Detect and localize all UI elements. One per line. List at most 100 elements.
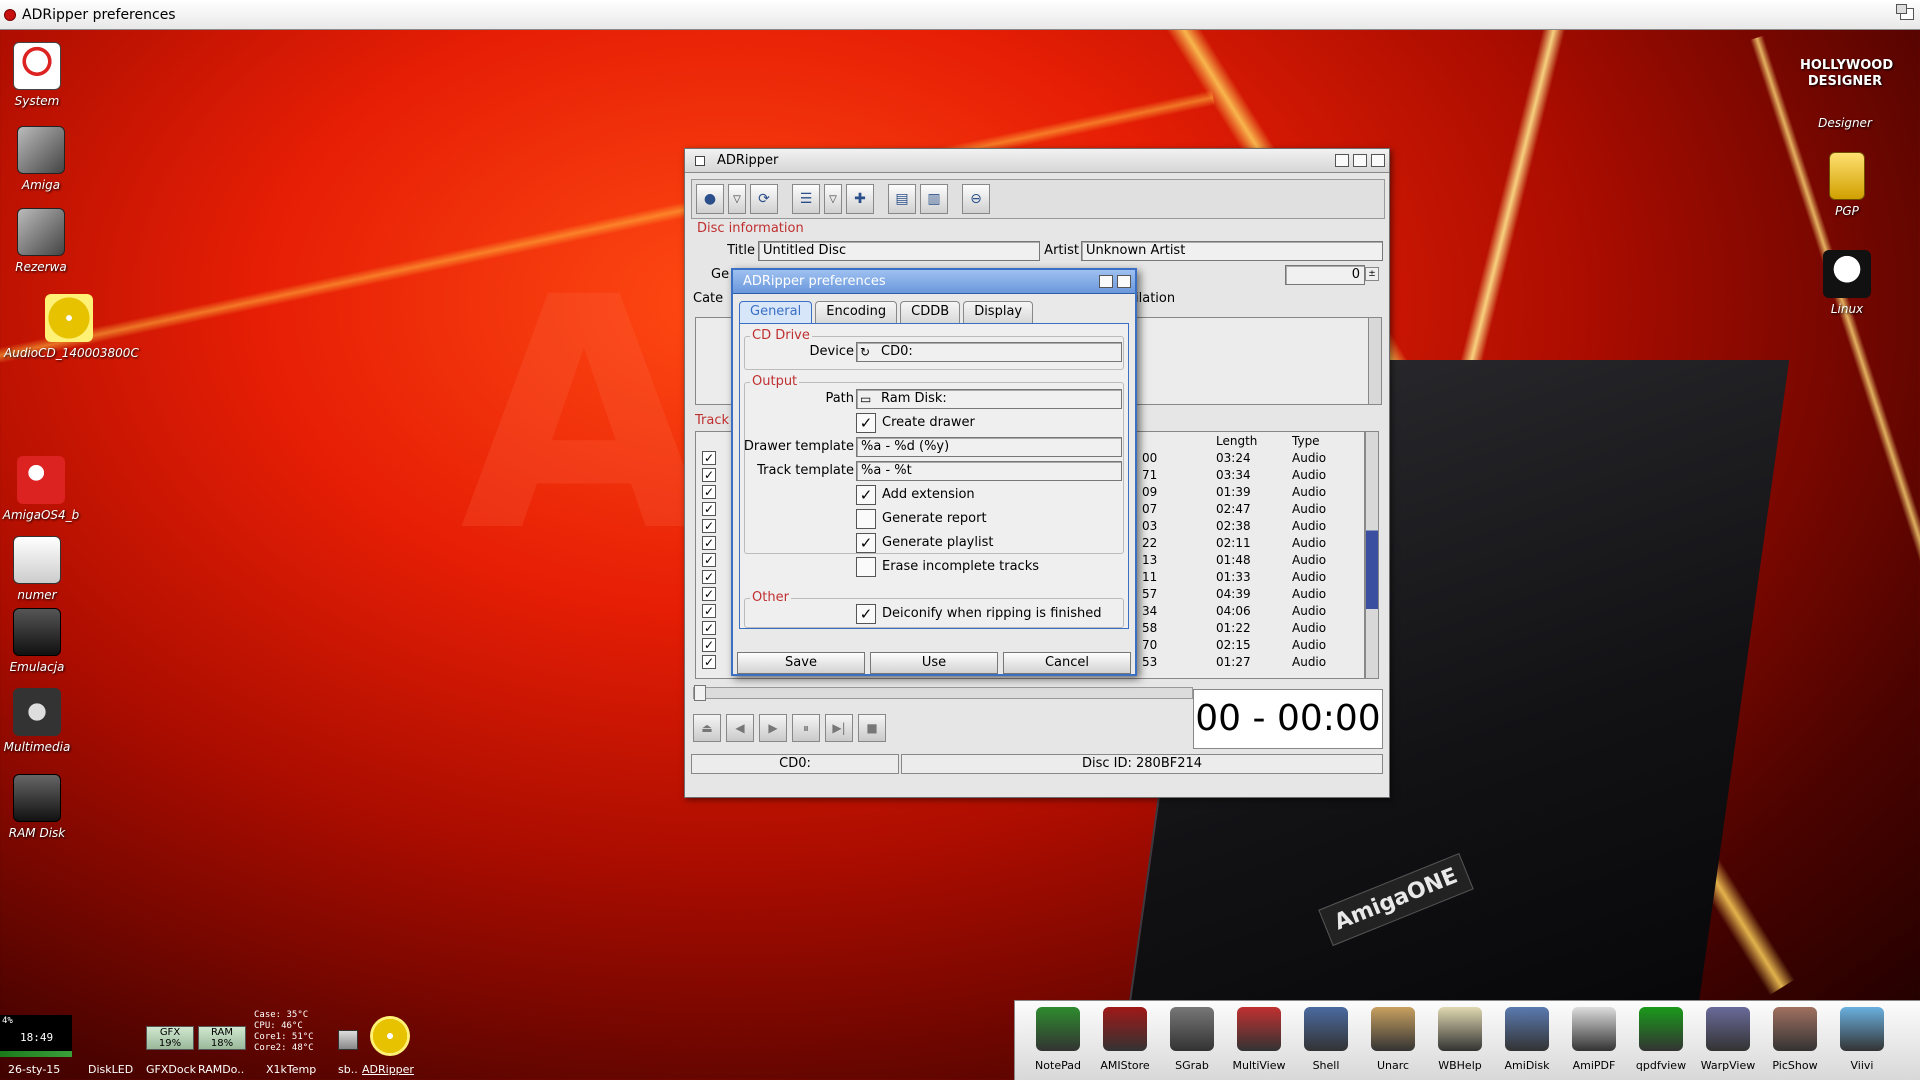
track-checkbox[interactable]: ✓ <box>702 621 716 635</box>
desktop-icon-ram-disk[interactable]: RAM Disk <box>0 774 92 840</box>
iconify-gadget[interactable] <box>1335 154 1349 167</box>
dock-item-sgrab[interactable]: SGrab <box>1159 1007 1225 1072</box>
year-stepper[interactable]: ± <box>1365 267 1379 281</box>
previous-icon[interactable]: ◀ <box>726 714 754 742</box>
track-scrollbar[interactable] <box>1365 431 1379 679</box>
dock-item-qpdfview[interactable]: qpdfview <box>1628 1007 1694 1072</box>
adripper-label[interactable]: ADRipper <box>362 1063 414 1076</box>
save-button[interactable]: Save <box>737 652 865 674</box>
track-checkbox[interactable]: ✓ <box>702 502 716 516</box>
x1ktemp-label[interactable]: X1kTemp <box>266 1063 316 1076</box>
desktop-icon-amigaos4[interactable]: AmigaOS4_b <box>0 456 96 522</box>
refresh-icon[interactable]: ⟳ <box>750 184 778 214</box>
track-length: 04:06 <box>1216 604 1251 618</box>
dock-item-shell[interactable]: Shell <box>1293 1007 1359 1072</box>
artist-field[interactable]: Unknown Artist <box>1081 241 1383 261</box>
track-checkbox[interactable]: ✓ <box>702 638 716 652</box>
select-none-icon[interactable]: ▥ <box>920 184 948 214</box>
track-checkbox[interactable]: ✓ <box>702 536 716 550</box>
select-all-icon[interactable]: ▤ <box>888 184 916 214</box>
dock-item-warpview[interactable]: WarpView <box>1695 1007 1761 1072</box>
dock-item-amidisk[interactable]: AmiDisk <box>1494 1007 1560 1072</box>
desktop-icon-emulacja[interactable]: Emulacja <box>0 608 92 674</box>
next-icon[interactable]: ▶| <box>825 714 853 742</box>
eject-icon[interactable]: ⏏ <box>693 714 721 742</box>
adripper-cd-icon[interactable] <box>370 1016 410 1056</box>
year-field[interactable]: 0 <box>1285 265 1365 285</box>
zoom-gadget[interactable] <box>1099 275 1113 288</box>
dock-item-wbhelp[interactable]: WBHelp <box>1427 1007 1493 1072</box>
desktop-icon-rezerwa[interactable]: Rezerwa <box>0 208 96 274</box>
slider-knob[interactable] <box>694 685 706 701</box>
gfxdock-label[interactable]: GFXDock <box>146 1063 196 1076</box>
sb-icon[interactable] <box>338 1030 358 1050</box>
position-slider[interactable] <box>693 685 1193 701</box>
diskled-label[interactable]: DiskLED <box>88 1063 133 1076</box>
chevron-down-icon[interactable]: ▽ <box>824 184 842 214</box>
desktop-icon-multimedia[interactable]: Multimedia <box>0 688 92 754</box>
desktop-icon-pgp[interactable]: PGP <box>1792 152 1902 218</box>
cancel-button[interactable]: Cancel <box>1003 652 1131 674</box>
comment-scrollbar[interactable] <box>1368 317 1382 405</box>
chevron-down-icon[interactable]: ▽ <box>728 184 746 214</box>
tab-display[interactable]: Display <box>963 301 1034 323</box>
sb-label[interactable]: sb.. <box>338 1063 358 1076</box>
stop-icon[interactable]: ■ <box>858 714 886 742</box>
tab-encoding[interactable]: Encoding <box>815 301 898 323</box>
track-template-field[interactable]: %a - %t <box>856 461 1122 481</box>
dock-item-unarc[interactable]: Unarc <box>1360 1007 1426 1072</box>
desktop-icon-numer[interactable]: numer <box>0 536 92 602</box>
generate-playlist-checkbox[interactable]: ✓ <box>856 533 876 553</box>
dock-item-viivi[interactable]: Viivi <box>1829 1007 1895 1072</box>
dock-item-amistore[interactable]: AMIStore <box>1092 1007 1158 1072</box>
deiconify-checkbox[interactable]: ✓ <box>856 604 876 624</box>
cycle-icon[interactable]: ↻ <box>860 343 870 361</box>
dock-item-amipdf[interactable]: AmiPDF <box>1561 1007 1627 1072</box>
settings-icon[interactable]: ⊖ <box>962 184 990 214</box>
add-icon[interactable]: ✚ <box>846 184 874 214</box>
track-checkbox[interactable]: ✓ <box>702 451 716 465</box>
depth-gadget[interactable] <box>1117 275 1131 288</box>
list-icon[interactable]: ☰ <box>792 184 820 214</box>
depth-gadget[interactable] <box>1371 154 1385 167</box>
title-field[interactable]: Untitled Disc <box>758 241 1040 261</box>
desktop-icon-linux[interactable]: Linux <box>1792 250 1902 316</box>
pause-icon[interactable]: ⏸ <box>792 714 820 742</box>
track-checkbox[interactable]: ✓ <box>702 655 716 669</box>
ramdo-label[interactable]: RAMDo.. <box>198 1063 244 1076</box>
cd-read-icon[interactable]: ● <box>696 184 724 214</box>
track-checkbox[interactable]: ✓ <box>702 604 716 618</box>
prefs-title-bar[interactable]: ADRipper preferences <box>733 270 1135 294</box>
dock-item-notepad[interactable]: NotePad <box>1025 1007 1091 1072</box>
path-field[interactable]: ▭ Ram Disk: <box>856 389 1122 409</box>
track-checkbox[interactable]: ✓ <box>702 468 716 482</box>
zoom-gadget[interactable] <box>1353 154 1367 167</box>
track-checkbox[interactable]: ✓ <box>702 519 716 533</box>
dock-item-picshow[interactable]: PicShow <box>1762 1007 1828 1072</box>
desktop-icon-audiocd[interactable]: AudioCD_140003800C <box>4 294 139 360</box>
play-icon[interactable]: ▶ <box>759 714 787 742</box>
track-checkbox[interactable]: ✓ <box>702 485 716 499</box>
track-template-label: Track template <box>757 463 854 478</box>
track-checkbox[interactable]: ✓ <box>702 587 716 601</box>
tab-general[interactable]: General <box>739 301 813 323</box>
track-checkbox[interactable]: ✓ <box>702 553 716 567</box>
create-drawer-checkbox[interactable]: ✓ <box>856 413 876 433</box>
dock-item-label: Unarc <box>1376 1059 1410 1072</box>
device-field[interactable]: ↻ CD0: <box>856 342 1122 362</box>
erase-incomplete-checkbox[interactable] <box>856 557 876 577</box>
desktop-icon-amiga[interactable]: Amiga <box>0 126 96 192</box>
track-checkbox[interactable]: ✓ <box>702 570 716 584</box>
close-gadget[interactable] <box>695 155 705 166</box>
drawer-template-field[interactable]: %a - %d (%y) <box>856 437 1122 457</box>
window-title-bar[interactable]: ADRipper <box>685 149 1389 173</box>
tab-cddb[interactable]: CDDB <box>900 301 961 323</box>
folder-icon[interactable]: ▭ <box>860 390 871 408</box>
desktop-icon-system[interactable]: System <box>0 42 92 108</box>
screen-depth-gadget[interactable] <box>1896 4 1914 20</box>
dock-item-multiview[interactable]: MultiView <box>1226 1007 1292 1072</box>
use-button[interactable]: Use <box>870 652 998 674</box>
add-extension-checkbox[interactable]: ✓ <box>856 485 876 505</box>
desktop-icon-designer[interactable]: HOLLYWOOD DESIGNER Designer <box>1790 58 1900 130</box>
generate-report-checkbox[interactable] <box>856 509 876 529</box>
